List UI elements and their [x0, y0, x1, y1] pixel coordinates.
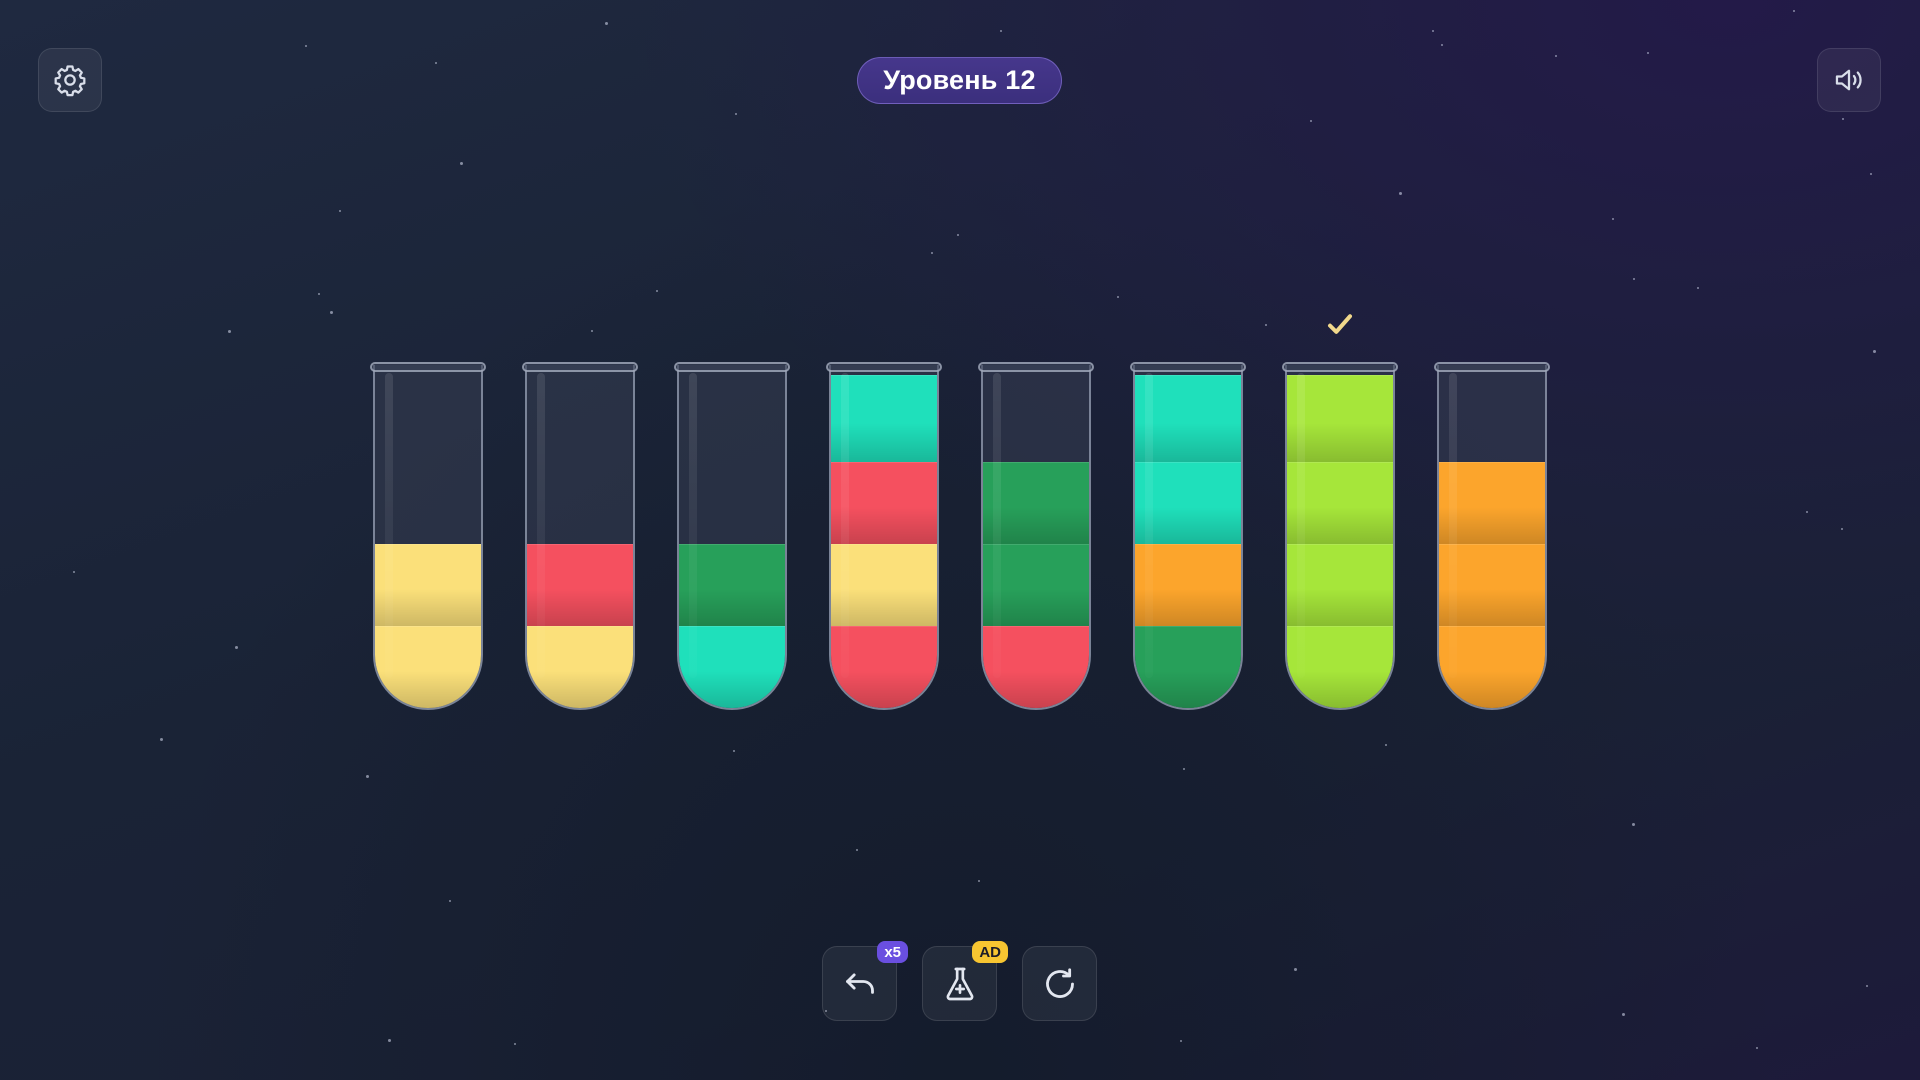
- tube-2[interactable]: [525, 365, 635, 710]
- ad-badge: AD: [972, 941, 1008, 963]
- tube-8[interactable]: [1437, 365, 1547, 710]
- liquid-layer-teal: [831, 375, 937, 462]
- checkmark-icon: [1328, 314, 1352, 334]
- liquid-layer-dark-green: [1135, 626, 1241, 708]
- tube-rack: [0, 0, 1920, 1080]
- liquid-layer-dark-green: [983, 544, 1089, 626]
- liquid-layer-lime: [1287, 626, 1393, 708]
- liquid-layer-teal: [1135, 462, 1241, 544]
- liquid-layer-yellow: [527, 626, 633, 708]
- liquid-layer-orange: [1439, 544, 1545, 626]
- restart-icon: [1045, 967, 1074, 998]
- liquid-layer-yellow: [831, 544, 937, 626]
- liquid-layer-teal: [1135, 375, 1241, 462]
- liquid-layer-red: [527, 544, 633, 626]
- tube-5[interactable]: [981, 365, 1091, 710]
- tube-7[interactable]: [1285, 365, 1395, 710]
- liquid-layer-teal: [679, 626, 785, 708]
- liquid-layer-dark-green: [679, 544, 785, 626]
- undo-button[interactable]: x5: [822, 941, 908, 1021]
- add-tube-button[interactable]: AD: [922, 941, 1008, 1021]
- liquid-layer-yellow: [375, 544, 481, 626]
- liquid-layer-lime: [1287, 375, 1393, 462]
- tube-4[interactable]: [829, 365, 939, 710]
- liquid-layer-dark-green: [983, 462, 1089, 544]
- tube-6[interactable]: [1133, 365, 1243, 710]
- liquid-layer-lime: [1287, 462, 1393, 544]
- liquid-layer-orange: [1439, 462, 1545, 544]
- flask-plus-icon: [946, 967, 973, 1000]
- undo-count-badge: x5: [877, 941, 908, 963]
- liquid-layer-red: [831, 626, 937, 708]
- tube-3[interactable]: [677, 365, 787, 710]
- liquid-layer-yellow: [375, 626, 481, 708]
- undo-arrow-icon: [845, 972, 874, 994]
- liquid-layer-lime: [1287, 544, 1393, 626]
- liquid-layer-orange: [1439, 626, 1545, 708]
- liquid-layer-red: [983, 626, 1089, 708]
- liquid-layer-orange: [1135, 544, 1241, 626]
- tube-1[interactable]: [373, 365, 483, 710]
- restart-button[interactable]: [1022, 946, 1097, 1021]
- liquid-layer-red: [831, 462, 937, 544]
